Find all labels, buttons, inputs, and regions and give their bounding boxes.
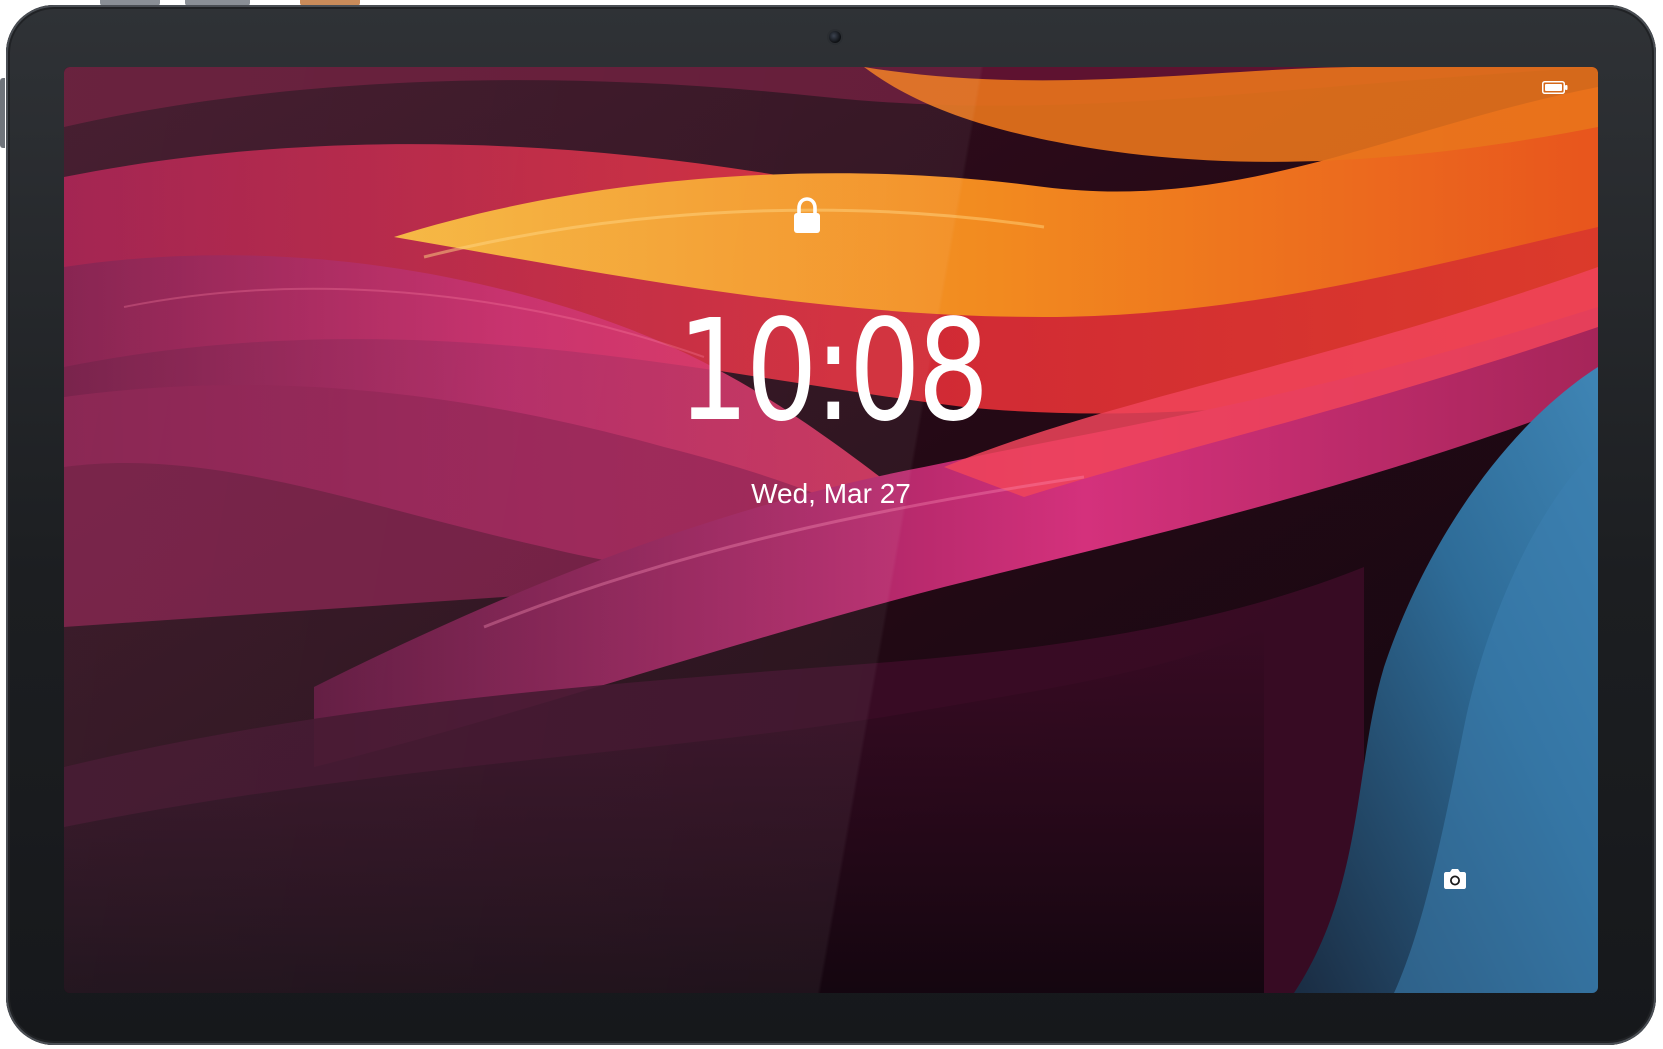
camera-icon[interactable]: [1442, 867, 1468, 891]
lock-icon: [794, 197, 820, 233]
side-port: [0, 78, 5, 148]
lock-screen[interactable]: 10:08 Wed, Mar 27: [64, 67, 1598, 993]
front-camera-lens: [829, 31, 841, 43]
lock-screen-date: Wed, Mar 27: [751, 478, 911, 509]
tablet-device-scene: 10:08 Wed, Mar 27: [0, 0, 1663, 1049]
lock-screen-clock: 10:08: [64, 302, 1598, 442]
tablet-bezel: 10:08 Wed, Mar 27: [6, 5, 1656, 1045]
clock-time: 10:08: [676, 290, 989, 453]
wallpaper: [64, 67, 1598, 993]
battery-icon: [1542, 81, 1568, 94]
